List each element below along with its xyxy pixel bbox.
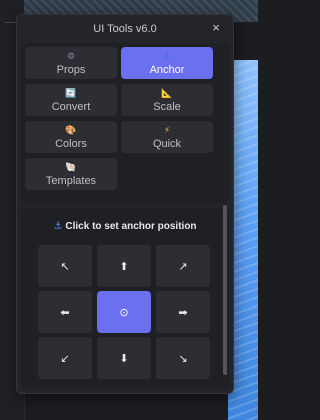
ui-tools-window: UI Tools v6.0 × ⚙ Props ⚓ Anchor 🔄 Conve… xyxy=(16,14,234,394)
window-title: UI Tools v6.0 xyxy=(93,23,157,35)
close-icon[interactable]: × xyxy=(209,21,223,35)
arrow-down-right-icon: ↘ xyxy=(178,352,188,365)
tab-colors[interactable]: 🎨 Colors xyxy=(25,121,117,153)
anchor-top-button[interactable]: ⬆ xyxy=(97,245,151,287)
arrow-down-left-icon: ↙ xyxy=(60,352,70,365)
anchor-top-left-button[interactable]: ↖ xyxy=(38,245,92,287)
tab-scale[interactable]: 📐 Scale xyxy=(121,84,213,116)
palette-icon: 🎨 xyxy=(65,125,77,135)
anchor-bottom-left-button[interactable]: ↙ xyxy=(38,337,92,379)
scroll-thumb[interactable] xyxy=(223,205,227,375)
tab-templates[interactable]: 🐚 Templates xyxy=(25,158,117,190)
arrow-left-icon: ⬅ xyxy=(60,306,70,319)
title-bar[interactable]: UI Tools v6.0 × xyxy=(17,15,233,43)
arrow-right-icon: ➡ xyxy=(178,306,188,319)
lightning-icon: ⚡ xyxy=(163,125,171,135)
tab-label: Quick xyxy=(152,138,182,150)
scrollbar[interactable] xyxy=(223,205,227,375)
tab-label: Anchor xyxy=(149,64,185,76)
anchor-left-button[interactable]: ⬅ xyxy=(38,291,92,333)
arrow-up-icon: ⬆ xyxy=(119,260,129,273)
arrow-up-right-icon: ↗ xyxy=(178,260,188,273)
anchor-center-button[interactable]: ⊙ xyxy=(97,291,151,333)
tool-tabs: ⚙ Props ⚓ Anchor 🔄 Convert 📐 Scale 🎨 Col… xyxy=(21,43,229,203)
tab-anchor[interactable]: ⚓ Anchor xyxy=(121,47,213,79)
tab-label: Convert xyxy=(51,101,91,113)
anchor-heading: ⚓ Click to set anchor position xyxy=(21,221,229,232)
arrow-up-left-icon: ↖ xyxy=(60,260,70,273)
anchor-panel: ⚓ Click to set anchor position ↖ ⬆ ↗ ⬅ ⊙ … xyxy=(21,209,229,389)
anchor-top-right-button[interactable]: ↗ xyxy=(156,245,210,287)
tab-label: Scale xyxy=(153,101,181,113)
gear-icon: ⚙ xyxy=(66,51,76,61)
tab-convert[interactable]: 🔄 Convert xyxy=(25,84,117,116)
shell-icon: 🐚 xyxy=(65,162,77,172)
anchor-right-button[interactable]: ➡ xyxy=(156,291,210,333)
tab-quick[interactable]: ⚡ Quick xyxy=(121,121,213,153)
anchor-bottom-button[interactable]: ⬇ xyxy=(97,337,151,379)
anchor-heading-text: Click to set anchor position xyxy=(65,221,197,232)
arrow-down-icon: ⬇ xyxy=(119,352,129,365)
convert-icon: 🔄 xyxy=(65,88,77,98)
tab-props[interactable]: ⚙ Props xyxy=(25,47,117,79)
anchor-bottom-right-button[interactable]: ↘ xyxy=(156,337,210,379)
tab-label: Colors xyxy=(55,138,87,150)
anchor-icon: ⚓ xyxy=(162,51,172,61)
tab-label: Props xyxy=(56,64,86,76)
ruler-triangle-icon: 📐 xyxy=(161,88,173,98)
target-icon: ⊙ xyxy=(119,306,129,319)
tab-label: Templates xyxy=(45,175,97,187)
anchor-icon: ⚓ xyxy=(53,221,63,232)
